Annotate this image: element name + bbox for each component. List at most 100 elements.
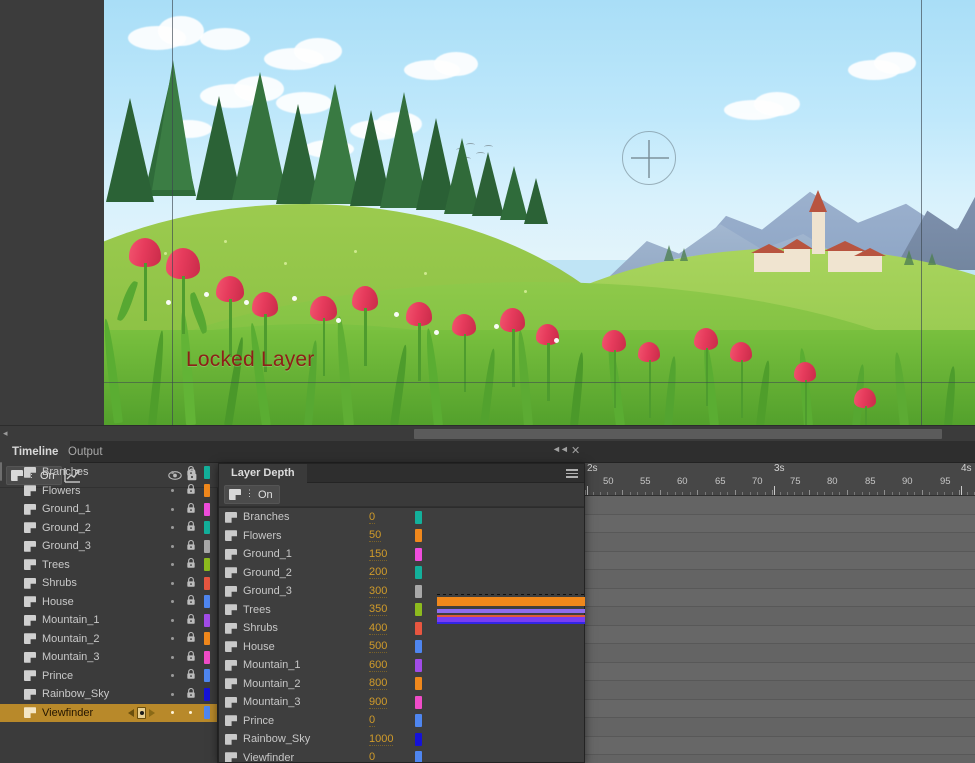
layer-row-prince[interactable]: Prince	[0, 667, 217, 686]
visibility-toggle[interactable]	[171, 711, 174, 714]
lock-icon[interactable]	[186, 650, 196, 665]
layer-depth-value[interactable]: 400	[369, 622, 387, 635]
layer-row-ground_2[interactable]: Ground_2	[0, 519, 217, 538]
layer-depth-row-ground_2[interactable]: Ground_2200	[219, 564, 584, 583]
track-row[interactable]	[585, 515, 975, 534]
layer-row-viewfinder[interactable]: Viewfinder	[0, 704, 217, 723]
layer-color-swatch[interactable]	[204, 558, 210, 571]
track-row[interactable]	[585, 718, 975, 737]
layer-depth-value[interactable]: 200	[369, 566, 387, 579]
layer-depth-value[interactable]: 0	[369, 751, 375, 762]
layer-depth-value[interactable]: 600	[369, 659, 387, 672]
layer-list[interactable]: ⋮ On	[0, 463, 218, 763]
layer-color-swatch[interactable]	[415, 640, 422, 653]
bar-blue[interactable]	[437, 622, 585, 624]
layer-color-swatch[interactable]	[415, 677, 422, 690]
lock-icon[interactable]	[186, 502, 196, 517]
guide-horizontal[interactable]	[104, 382, 975, 383]
panel-menu-icon[interactable]	[566, 469, 578, 478]
lock-icon[interactable]	[186, 557, 196, 572]
layer-depth-row-mountain_3[interactable]: Mountain_3900	[219, 693, 584, 712]
layer-row-mountain_3[interactable]: Mountain_3	[0, 648, 217, 667]
layer-color-swatch[interactable]	[415, 566, 422, 579]
track-row[interactable]	[585, 496, 975, 515]
guide-vertical-left[interactable]	[172, 0, 173, 425]
layer-depth-value[interactable]: 300	[369, 585, 387, 598]
layer-depth-row-rainbow_sky[interactable]: Rainbow_Sky1000	[219, 730, 584, 749]
layer-row-ground_1[interactable]: Ground_1	[0, 500, 217, 519]
bar-purple[interactable]	[437, 609, 585, 613]
layer-color-swatch[interactable]	[204, 521, 210, 534]
lock-icon[interactable]	[186, 631, 196, 646]
track-row[interactable]	[585, 589, 975, 608]
layer-color-swatch[interactable]	[415, 714, 422, 727]
layer-color-swatch[interactable]	[415, 585, 422, 598]
visibility-toggle[interactable]	[171, 508, 174, 511]
lock-icon[interactable]	[186, 520, 196, 535]
layer-depth-row-prince[interactable]: Prince0	[219, 712, 584, 731]
layer-color-swatch[interactable]	[204, 651, 210, 664]
layer-depth-value[interactable]: 500	[369, 640, 387, 653]
collapse-icon[interactable]: ◄◄	[552, 444, 568, 454]
visibility-toggle[interactable]	[171, 656, 174, 659]
layer-depth-puppet-button[interactable]: ⋮ On	[224, 485, 280, 504]
layer-depth-value[interactable]: 900	[369, 696, 387, 709]
track-row[interactable]	[585, 533, 975, 552]
visibility-toggle[interactable]	[171, 619, 174, 622]
lock-icon[interactable]	[186, 687, 196, 702]
lock-icon[interactable]	[186, 613, 196, 628]
layer-color-swatch[interactable]	[415, 511, 422, 524]
stage-area[interactable]: Locked Layer	[0, 0, 975, 425]
layer-row-rainbow_sky[interactable]: Rainbow_Sky	[0, 685, 217, 704]
layer-color-swatch[interactable]	[204, 466, 210, 479]
layer-color-swatch[interactable]	[415, 751, 422, 762]
lock-icon[interactable]	[186, 483, 196, 498]
lock-toggle[interactable]	[189, 711, 192, 714]
layer-color-swatch[interactable]	[415, 659, 422, 672]
tab-output[interactable]: Output	[56, 441, 115, 463]
layer-depth-value[interactable]: 50	[369, 529, 381, 542]
visibility-toggle[interactable]	[171, 693, 174, 696]
layer-row-shrubs[interactable]: Shrubs	[0, 574, 217, 593]
next-keyframe-icon[interactable]	[149, 709, 155, 717]
close-icon[interactable]: ✕	[571, 444, 580, 457]
track-row[interactable]	[585, 681, 975, 700]
track-row[interactable]	[585, 552, 975, 571]
canvas-horizontal-scrollbar[interactable]: ◂	[0, 425, 975, 441]
layer-color-swatch[interactable]	[415, 548, 422, 561]
layer-color-swatch[interactable]	[415, 529, 422, 542]
lock-icon[interactable]	[186, 465, 196, 480]
layer-row-mountain_2[interactable]: Mountain_2	[0, 630, 217, 649]
track-row[interactable]	[585, 755, 975, 763]
layer-depth-value[interactable]: 0	[369, 714, 375, 727]
layer-row-branches[interactable]: Branches	[0, 463, 217, 482]
layer-depth-value[interactable]: 0	[369, 511, 375, 524]
timeline-ruler[interactable]: 2s3s4s50556065707580859095	[585, 463, 975, 496]
track-row[interactable]	[585, 626, 975, 645]
layer-color-swatch[interactable]	[204, 632, 210, 645]
layer-depth-row-house[interactable]: House500	[219, 638, 584, 657]
visibility-toggle[interactable]	[171, 674, 174, 677]
layer-depth-value[interactable]: 800	[369, 677, 387, 690]
bar-orange[interactable]	[437, 597, 585, 606]
layer-depth-row-branches[interactable]: Branches0	[219, 508, 584, 527]
track-row[interactable]	[585, 737, 975, 756]
artboard-canvas[interactable]: Locked Layer	[104, 0, 975, 425]
visibility-toggle[interactable]	[171, 489, 174, 492]
layer-depth-value[interactable]: 1000	[369, 733, 393, 746]
layer-row-house[interactable]: House	[0, 593, 217, 612]
scroll-thumb[interactable]	[414, 429, 942, 439]
track-row[interactable]	[585, 570, 975, 589]
layer-color-swatch[interactable]	[204, 614, 210, 627]
visibility-toggle[interactable]	[171, 600, 174, 603]
layer-row-trees[interactable]: Trees	[0, 556, 217, 575]
layer-color-swatch[interactable]	[415, 603, 422, 616]
track-row[interactable]	[585, 663, 975, 682]
guide-vertical-right[interactable]	[921, 0, 922, 425]
tab-layer-depth[interactable]: Layer Depth	[219, 464, 307, 483]
layer-color-swatch[interactable]	[415, 733, 422, 746]
layer-color-swatch[interactable]	[204, 669, 210, 682]
layer-depth-value[interactable]: 150	[369, 548, 387, 561]
track-row[interactable]	[585, 700, 975, 719]
scroll-left-arrow[interactable]: ◂	[3, 429, 8, 438]
